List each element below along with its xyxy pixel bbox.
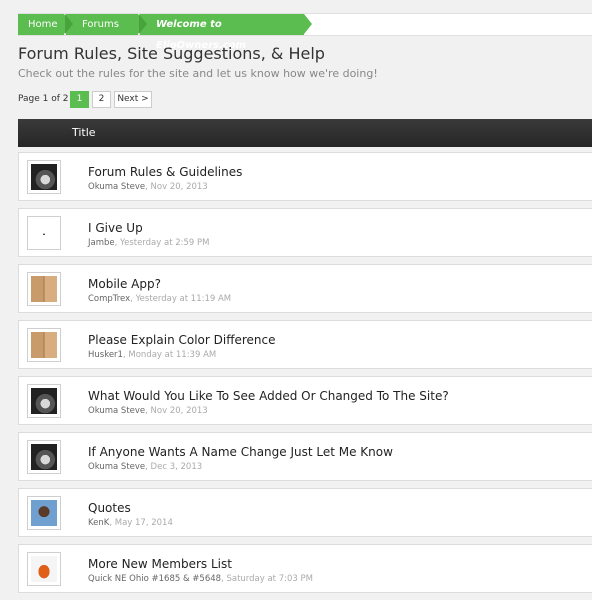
- thread-row[interactable]: If Anyone Wants A Name Change Just Let M…: [18, 432, 592, 481]
- avatar[interactable]: [27, 216, 61, 250]
- thread-author[interactable]: Okuma Steve: [88, 406, 145, 416]
- thread-row[interactable]: Mobile App? CompTrex, Yesterday at 11:19…: [18, 264, 592, 313]
- thread-title[interactable]: Quotes: [88, 501, 131, 515]
- thread-title[interactable]: Please Explain Color Difference: [88, 333, 276, 347]
- thread-date: , Yesterday at 2:59 PM: [114, 238, 210, 248]
- thread-date: , Saturday at 7:03 PM: [221, 574, 313, 584]
- avatar[interactable]: [27, 160, 61, 194]
- thread-row[interactable]: Quotes KenK, May 17, 2014: [18, 488, 592, 537]
- avatar-image: [31, 444, 57, 470]
- avatar-image: [31, 220, 57, 246]
- thread-date: , Nov 20, 2013: [145, 406, 208, 416]
- thread-title[interactable]: Forum Rules & Guidelines: [88, 165, 242, 179]
- page-description: Check out the rules for the site and let…: [18, 67, 378, 80]
- avatar[interactable]: [27, 272, 61, 306]
- avatar-image: [31, 164, 57, 190]
- thread-row[interactable]: Please Explain Color Difference Husker1,…: [18, 320, 592, 369]
- thread-author[interactable]: Okuma Steve: [88, 182, 145, 192]
- thread-author[interactable]: CompTrex: [88, 294, 130, 304]
- thread-title[interactable]: If Anyone Wants A Name Change Just Let M…: [88, 445, 393, 459]
- breadcrumb-current[interactable]: Welcome to ElioOwners.com: [139, 14, 312, 51]
- thread-date: , May 17, 2014: [109, 518, 173, 528]
- thread-meta: Okuma Steve, Dec 3, 2013: [88, 462, 202, 472]
- title-column-header[interactable]: Title: [72, 126, 96, 139]
- thread-meta: CompTrex, Yesterday at 11:19 AM: [88, 294, 231, 304]
- thread-author[interactable]: KenK: [88, 518, 109, 528]
- breadcrumb-forums[interactable]: Forums: [65, 14, 146, 35]
- avatar[interactable]: [27, 440, 61, 474]
- thread-date: , Dec 3, 2013: [145, 462, 203, 472]
- thread-title[interactable]: What Would You Like To See Added Or Chan…: [88, 389, 449, 403]
- thread-meta: Okuma Steve, Nov 20, 2013: [88, 182, 208, 192]
- thread-meta: Okuma Steve, Nov 20, 2013: [88, 406, 208, 416]
- thread-title[interactable]: Mobile App?: [88, 277, 161, 291]
- thread-row[interactable]: Forum Rules & Guidelines Okuma Steve, No…: [18, 152, 592, 201]
- thread-author[interactable]: Quick NE Ohio #1685 & #5648: [88, 574, 221, 584]
- thread-meta: Quick NE Ohio #1685 & #5648, Saturday at…: [88, 574, 313, 584]
- avatar[interactable]: [27, 328, 61, 362]
- thread-list-header: Title: [18, 119, 592, 147]
- page-2-button[interactable]: 2: [92, 91, 111, 108]
- avatar[interactable]: [27, 496, 61, 530]
- thread-title[interactable]: More New Members List: [88, 557, 232, 571]
- thread-meta: Jambe, Yesterday at 2:59 PM: [88, 238, 210, 248]
- thread-meta: KenK, May 17, 2014: [88, 518, 173, 528]
- thread-date: , Monday at 11:39 AM: [122, 350, 217, 360]
- pagination-label: Page 1 of 2: [18, 94, 69, 104]
- avatar-image: [31, 556, 57, 582]
- page-1-button[interactable]: 1: [70, 91, 89, 108]
- thread-row[interactable]: More New Members List Quick NE Ohio #168…: [18, 544, 592, 593]
- thread-date: , Yesterday at 11:19 AM: [130, 294, 232, 304]
- thread-author[interactable]: Husker1: [88, 350, 123, 360]
- thread-author[interactable]: Jambe: [88, 238, 115, 248]
- thread-author[interactable]: Okuma Steve: [88, 462, 145, 472]
- avatar[interactable]: [27, 552, 61, 586]
- thread-meta: Husker1, Monday at 11:39 AM: [88, 350, 216, 360]
- breadcrumb-home[interactable]: Home: [18, 14, 72, 35]
- thread-row[interactable]: I Give Up Jambe, Yesterday at 2:59 PM: [18, 208, 592, 257]
- avatar-image: [31, 332, 57, 358]
- thread-date: , Nov 20, 2013: [145, 182, 208, 192]
- avatar-image: [31, 276, 57, 302]
- avatar-image: [31, 388, 57, 414]
- thread-title[interactable]: I Give Up: [88, 221, 143, 235]
- avatar[interactable]: [27, 384, 61, 418]
- page-title: Forum Rules, Site Suggestions, & Help: [18, 44, 325, 63]
- next-page-button[interactable]: Next >: [114, 91, 152, 108]
- avatar-image: [31, 500, 57, 526]
- breadcrumb: Home Forums Welcome to ElioOwners.com: [18, 13, 592, 51]
- thread-row[interactable]: What Would You Like To See Added Or Chan…: [18, 376, 592, 425]
